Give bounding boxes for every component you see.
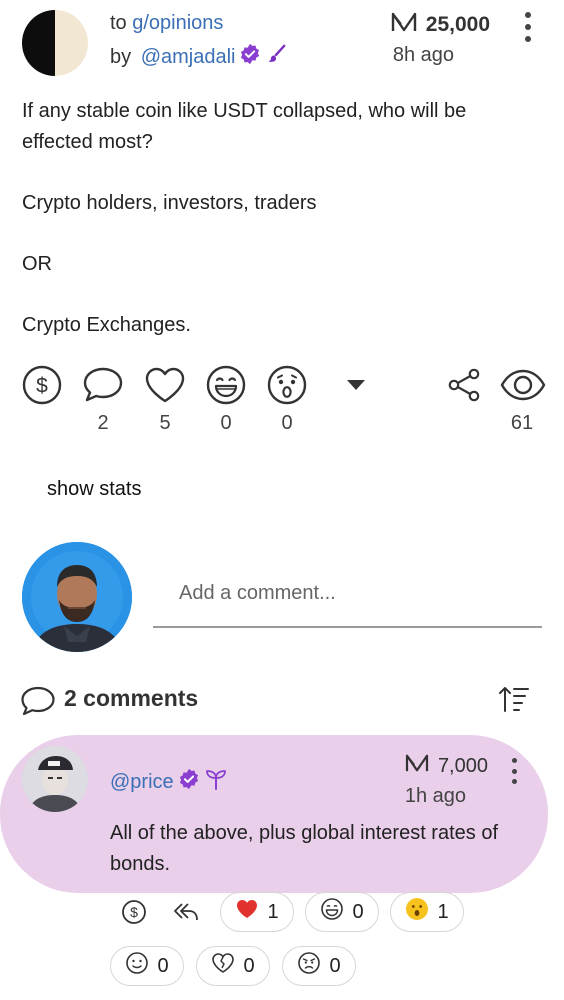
reaction-heartbreak-count: 0	[243, 954, 255, 977]
comments-bubble-icon	[20, 685, 56, 722]
wow-icon	[405, 897, 429, 927]
show-stats-button[interactable]: show stats	[47, 478, 141, 501]
comment-menu-icon[interactable]	[510, 758, 518, 784]
comment-avatar[interactable]	[22, 746, 88, 812]
reply-icon[interactable]	[168, 894, 204, 930]
post-body: If any stable coin like USDT collapsed, …	[22, 96, 522, 341]
reaction-heart-button[interactable]: 1	[220, 892, 294, 932]
wow-icon[interactable]	[265, 363, 309, 407]
group-line: to g/opinions	[110, 12, 223, 35]
likes-count: 5	[159, 412, 171, 434]
author-link[interactable]: @amjadali	[141, 46, 236, 69]
caret-down-icon[interactable]	[336, 363, 376, 407]
svg-text:$: $	[130, 904, 138, 920]
laugh-icon	[320, 897, 344, 927]
comments-count: 2	[97, 412, 109, 434]
share-icon[interactable]	[442, 363, 486, 407]
comments-title: 2 comments	[64, 685, 199, 711]
post-time: 8h ago	[392, 44, 454, 66]
reaction-angry-button[interactable]: 0	[282, 946, 356, 986]
laugh-icon[interactable]	[204, 363, 248, 407]
reaction-smile-button[interactable]: 0	[110, 946, 184, 986]
reaction-wow-count: 1	[437, 900, 449, 923]
points-logo-icon	[404, 753, 430, 779]
heart-icon[interactable]	[143, 363, 187, 407]
reaction-wow-button[interactable]: 1	[390, 892, 464, 932]
comment-author: @price	[110, 768, 228, 796]
comment-bubble-icon[interactable]	[81, 363, 125, 407]
points-logo-icon	[390, 11, 418, 39]
smile-icon	[125, 951, 149, 981]
group-avatar[interactable]	[22, 10, 88, 76]
tip-dollar-icon[interactable]: $	[116, 894, 152, 930]
angry-icon	[297, 951, 321, 981]
reaction-angry-count: 0	[329, 954, 341, 977]
comment-points-value: 7,000	[437, 754, 488, 777]
reaction-heart-count: 1	[267, 900, 279, 923]
post-paragraph: OR	[22, 253, 52, 275]
points-value: 25,000	[425, 13, 490, 36]
post-paragraph: Crypto holders, investors, traders	[22, 192, 317, 214]
tip-dollar-icon[interactable]: $	[20, 363, 64, 407]
sort-icon[interactable]	[497, 684, 531, 714]
comment-text: All of the above, plus global interest r…	[110, 822, 499, 875]
author-line: by @amjadali	[110, 43, 287, 71]
group-prefix: to	[110, 12, 133, 34]
heartbreak-icon	[211, 952, 235, 980]
reaction-heartbreak-button[interactable]: 0	[196, 946, 270, 986]
laugh-count: 0	[220, 412, 232, 434]
verified-badge-icon	[178, 768, 200, 796]
comment-author-link[interactable]: @price	[110, 771, 174, 794]
comment-points: 7,000	[404, 753, 488, 779]
comment-input[interactable]	[153, 560, 542, 628]
avatar[interactable]	[22, 542, 132, 652]
verified-badge-icon	[239, 43, 261, 71]
wow-count: 0	[281, 412, 293, 434]
reaction-laugh-count: 0	[352, 900, 364, 923]
post-points: 25,000	[390, 11, 490, 39]
post-menu-icon[interactable]	[524, 12, 532, 42]
heart-icon	[235, 898, 259, 926]
brush-icon	[265, 43, 287, 71]
sprout-icon	[204, 768, 228, 796]
group-link[interactable]: g/opinions	[132, 12, 223, 34]
post-paragraph: Crypto Exchanges.	[22, 314, 191, 336]
eye-icon	[499, 363, 547, 407]
reaction-laugh-button[interactable]: 0	[305, 892, 379, 932]
views-count: 61	[510, 412, 534, 434]
post-paragraph: If any stable coin like USDT collapsed, …	[22, 100, 467, 153]
reaction-smile-count: 0	[157, 954, 169, 977]
author-prefix: by	[110, 45, 137, 68]
comment-time: 1h ago	[404, 785, 466, 807]
svg-text:$: $	[36, 375, 48, 398]
